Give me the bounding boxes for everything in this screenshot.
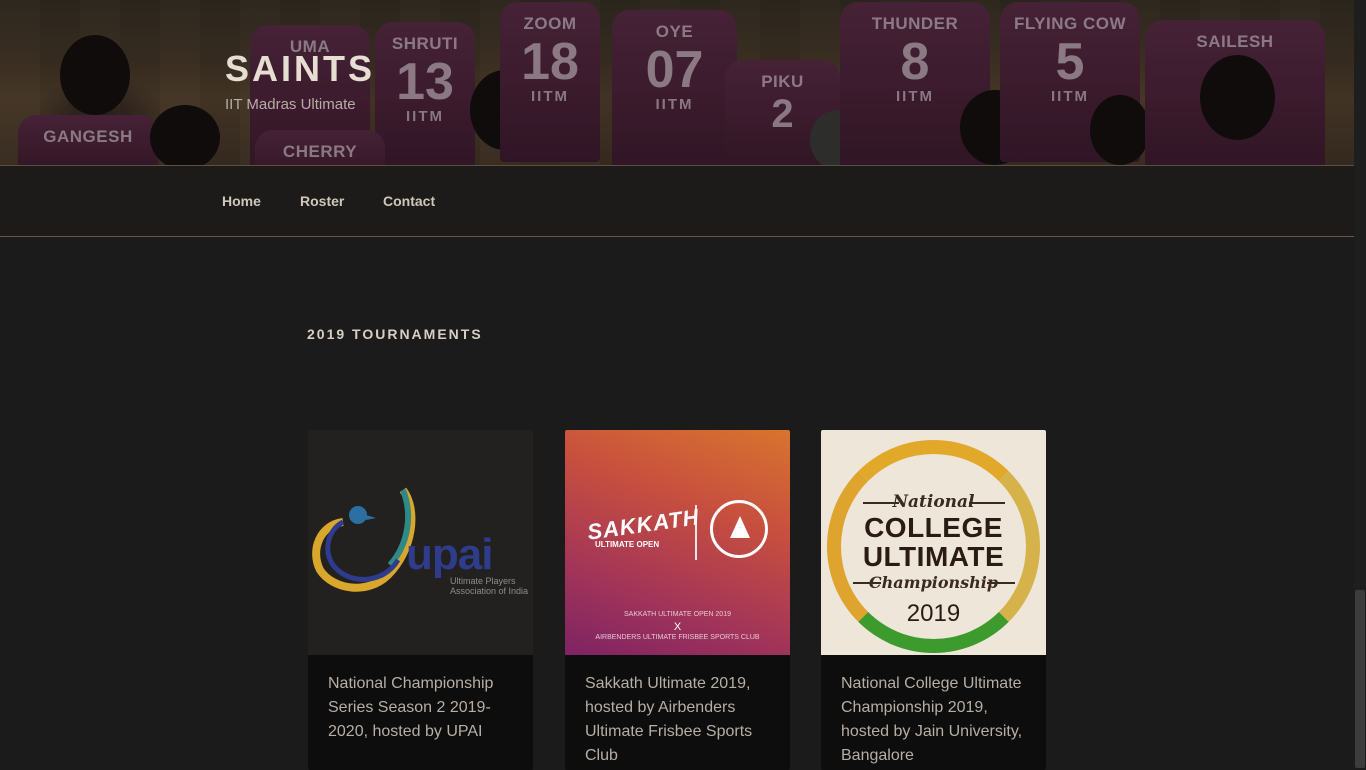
tournament-card[interactable]: upai Ultimate Players Association of Ind… [308, 430, 533, 770]
tournament-card[interactable]: SAKKATH ULTIMATE OPEN SAKKATH ULTIMATE O… [565, 430, 790, 770]
card-caption[interactable]: National College Ultimate Championship 2… [841, 672, 1031, 768]
airbenders-logo-icon [710, 500, 768, 558]
site-description: IIT Madras Ultimate [225, 96, 356, 113]
nav-item-home[interactable]: Home [222, 193, 261, 209]
site-header: GANGESH UMA SHRUTI 13 IITM CHERRY ZOOM 1… [0, 0, 1354, 165]
ncuc-national-text: National [892, 492, 975, 512]
section-title: 2019 TOURNAMENTS [307, 326, 483, 342]
upai-sub-line: Association of India [450, 586, 529, 596]
upai-subtitle: Ultimate Players Association of India [450, 576, 528, 596]
card-caption[interactable]: National Championship Series Season 2 20… [328, 672, 518, 744]
ncuc-year-text: 2019 [906, 600, 961, 627]
logo-divider [695, 505, 697, 560]
upai-logo-image[interactable]: upai Ultimate Players Association of Ind… [308, 430, 533, 655]
site-title[interactable]: SAINTS [225, 48, 375, 90]
tournament-card[interactable]: National COLLEGE ULTIMATE Championship 2… [821, 430, 1046, 770]
sakkath-subtitle: ULTIMATE OPEN [595, 540, 660, 549]
main-navigation: Home Roster Contact [0, 165, 1354, 237]
upai-wordmark: upai [406, 530, 493, 579]
header-overlay [0, 0, 1354, 165]
sakkath-event-line: SAKKATH ULTIMATE OPEN 2019 [624, 611, 731, 618]
nav-item-roster[interactable]: Roster [300, 193, 344, 209]
nav-item-contact[interactable]: Contact [383, 193, 435, 209]
scrollbar-thumb[interactable] [1355, 590, 1365, 768]
ncuc-logo-image[interactable]: National COLLEGE ULTIMATE Championship 2… [821, 430, 1046, 655]
ncuc-championship-text: Championship [868, 573, 999, 592]
ncuc-college-text: COLLEGE [864, 512, 1003, 543]
sakkath-logo-image[interactable]: SAKKATH ULTIMATE OPEN SAKKATH ULTIMATE O… [565, 430, 790, 655]
upai-sub-line: Ultimate Players [450, 576, 516, 586]
card-caption[interactable]: Sakkath Ultimate 2019, hosted by Airbend… [585, 672, 775, 768]
ncuc-ultimate-text: ULTIMATE [862, 541, 1005, 572]
sakkath-host-line: AIRBENDERS ULTIMATE FRISBEE SPORTS CLUB [595, 634, 760, 641]
sakkath-x: X [673, 621, 682, 633]
